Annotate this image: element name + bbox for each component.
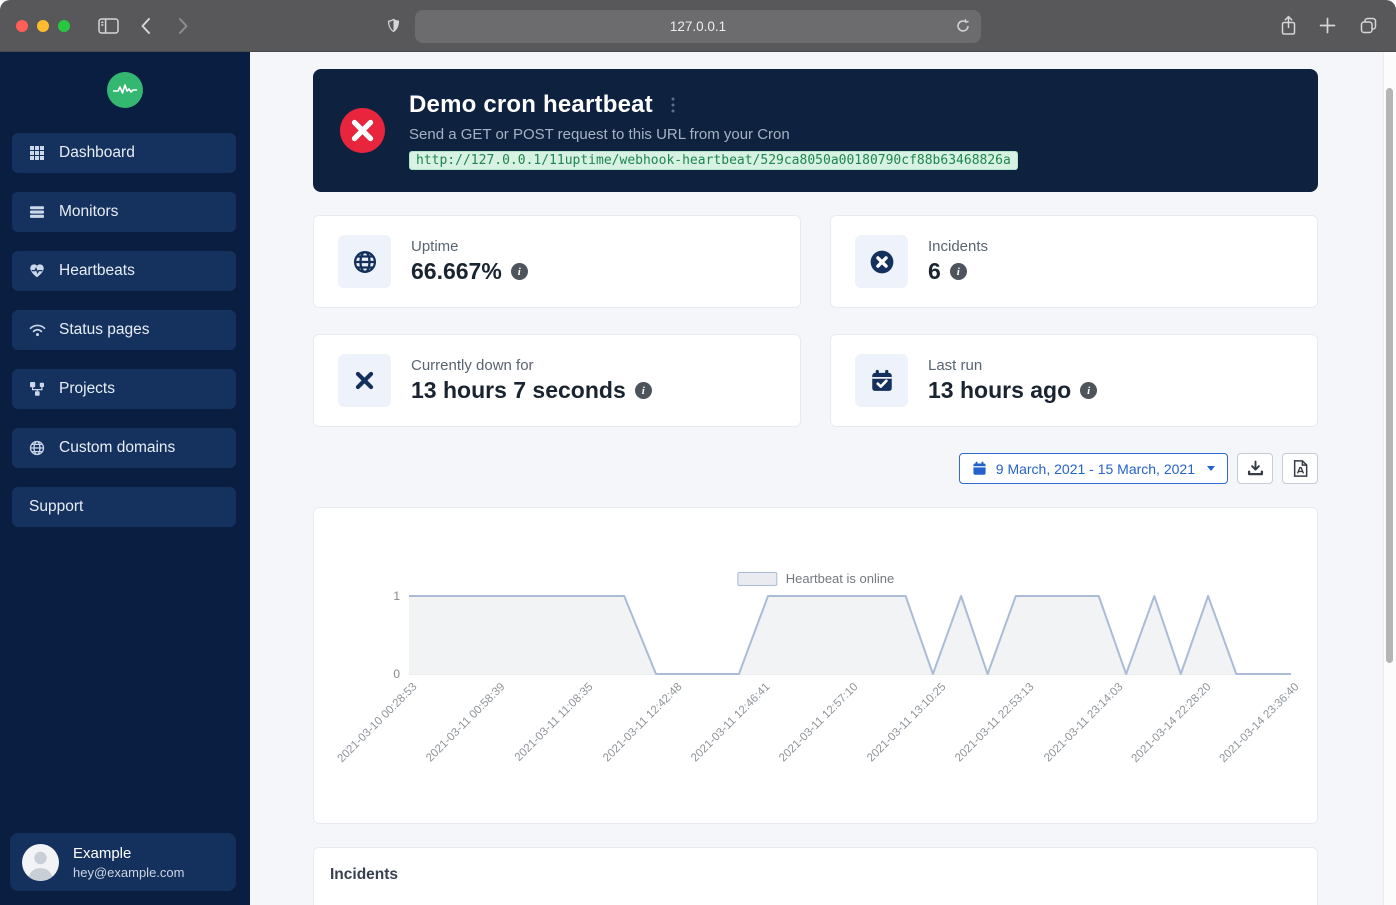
stat-value: 13 hours 7 seconds — [411, 377, 626, 403]
browser-toolbar: 127.0.0.1 — [0, 0, 1396, 52]
scrollbar-track[interactable] — [1383, 52, 1396, 905]
zoom-window-button[interactable] — [58, 20, 70, 32]
stats-grid: Uptime 66.667% i Incidents 6i Currently … — [313, 215, 1318, 427]
info-icon[interactable]: i — [634, 382, 652, 399]
legend-swatch — [736, 571, 777, 586]
address-bar[interactable]: 127.0.0.1 — [415, 10, 981, 43]
app-logo[interactable] — [107, 72, 143, 108]
heartbeat-chart-card: Heartbeat is online 1 0 2021-03-10 00:28… — [313, 507, 1318, 824]
window-controls — [16, 20, 70, 32]
sidebar-nav: Dashboard Monitors Heartbeats Status pag… — [0, 133, 250, 527]
status-down-icon — [340, 108, 385, 158]
date-range-label: 9 March, 2021 - 15 March, 2021 — [995, 460, 1195, 477]
stat-label: Last run — [928, 357, 983, 374]
chart-toolbar: 9 March, 2021 - 15 March, 2021 — [313, 453, 1318, 484]
avatar — [22, 843, 59, 881]
sidebar-item-status-pages[interactable]: Status pages — [12, 310, 236, 350]
incidents-section-title: Incidents — [330, 866, 399, 883]
heartbeat-header-card: Demo cron heartbeat Send a GET or POST r… — [313, 69, 1318, 192]
sidebar: Dashboard Monitors Heartbeats Status pag… — [0, 52, 250, 905]
export-pdf-button[interactable] — [1282, 453, 1318, 484]
calendar-icon — [972, 461, 987, 476]
stat-value: 13 hours ago — [928, 377, 1072, 403]
main-content: Demo cron heartbeat Send a GET or POST r… — [250, 52, 1396, 905]
browser-window: 127.0.0.1 Dashboard Monitors Heartbeats … — [0, 0, 1396, 905]
y-axis-tick: 0 — [393, 667, 400, 681]
grid-icon — [29, 145, 46, 161]
stat-card-incidents: Incidents 6i — [830, 215, 1318, 308]
stat-card-currently-down: Currently down for 13 hours 7 seconds i — [313, 334, 801, 427]
new-tab-icon[interactable] — [1319, 17, 1336, 34]
sidebar-item-monitors[interactable]: Monitors — [12, 192, 236, 232]
y-axis-tick: 1 — [393, 589, 400, 603]
privacy-shield-icon[interactable] — [386, 16, 401, 35]
sidebar-item-label: Custom domains — [59, 439, 176, 456]
globe-icon — [29, 440, 46, 456]
forward-icon[interactable] — [178, 17, 189, 35]
user-email: hey@example.com — [73, 864, 185, 880]
share-icon[interactable] — [1280, 15, 1297, 36]
stat-label: Incidents — [928, 238, 989, 255]
x-circle-icon — [855, 235, 908, 288]
address-bar-url: 127.0.0.1 — [669, 19, 727, 34]
date-range-button[interactable]: 9 March, 2021 - 15 March, 2021 — [958, 453, 1228, 484]
chevron-down-icon — [1207, 466, 1215, 471]
download-button[interactable] — [1237, 453, 1273, 484]
info-icon[interactable]: i — [510, 263, 528, 280]
webhook-url[interactable]: http://127.0.0.1/11uptime/webhook-heartb… — [409, 151, 1018, 170]
heartbeat-logo-icon — [113, 84, 137, 94]
sidebar-item-heartbeats[interactable]: Heartbeats — [12, 251, 236, 291]
list-icon — [29, 204, 46, 220]
pdf-file-icon — [1293, 460, 1308, 477]
incidents-card: Incidents — [313, 847, 1318, 905]
sidebar-item-custom-domains[interactable]: Custom domains — [12, 428, 236, 468]
stat-label: Currently down for — [411, 357, 534, 374]
stat-value: 6 — [928, 258, 941, 284]
sidebar-item-projects[interactable]: Projects — [12, 369, 236, 409]
sidebar-item-label: Projects — [59, 380, 115, 397]
kebab-menu-icon[interactable] — [671, 97, 675, 113]
scrollbar-thumb[interactable] — [1386, 88, 1393, 663]
info-icon[interactable]: i — [1080, 382, 1098, 399]
sidebar-item-label: Dashboard — [59, 144, 135, 161]
heartbeat-area-chart — [409, 595, 1291, 675]
sidebar-toggle-icon[interactable] — [98, 17, 119, 35]
user-profile[interactable]: Example hey@example.com — [10, 833, 236, 891]
tab-overview-icon[interactable] — [1359, 16, 1378, 35]
globe-icon — [338, 235, 391, 288]
close-window-button[interactable] — [16, 20, 28, 32]
sidebar-item-label: Support — [29, 498, 84, 515]
sidebar-item-support[interactable]: Support — [12, 487, 236, 527]
hero-subtitle: Send a GET or POST request to this URL f… — [409, 126, 790, 143]
sidebar-item-label: Status pages — [59, 321, 150, 338]
wifi-icon — [29, 323, 46, 337]
heart-pulse-icon — [29, 263, 46, 279]
back-icon[interactable] — [140, 17, 151, 35]
sidebar-item-label: Heartbeats — [59, 262, 135, 279]
stat-card-last-run: Last run 13 hours ago i — [830, 334, 1318, 427]
info-icon[interactable]: i — [949, 263, 967, 280]
stat-value: 66.667% — [411, 258, 502, 284]
download-icon — [1247, 460, 1264, 477]
calendar-check-icon — [855, 354, 908, 407]
refresh-icon[interactable] — [955, 18, 971, 39]
page-title: Demo cron heartbeat — [409, 91, 653, 118]
sidebar-item-dashboard[interactable]: Dashboard — [12, 133, 236, 173]
sidebar-item-label: Monitors — [59, 203, 119, 220]
legend-label: Heartbeat is online — [785, 571, 895, 586]
user-name: Example — [73, 844, 132, 862]
chart-legend[interactable]: Heartbeat is online — [736, 571, 895, 586]
stat-card-uptime: Uptime 66.667% i — [313, 215, 801, 308]
x-icon — [338, 354, 391, 407]
sitemap-icon — [29, 381, 46, 397]
stat-label: Uptime — [411, 238, 459, 255]
minimize-window-button[interactable] — [37, 20, 49, 32]
